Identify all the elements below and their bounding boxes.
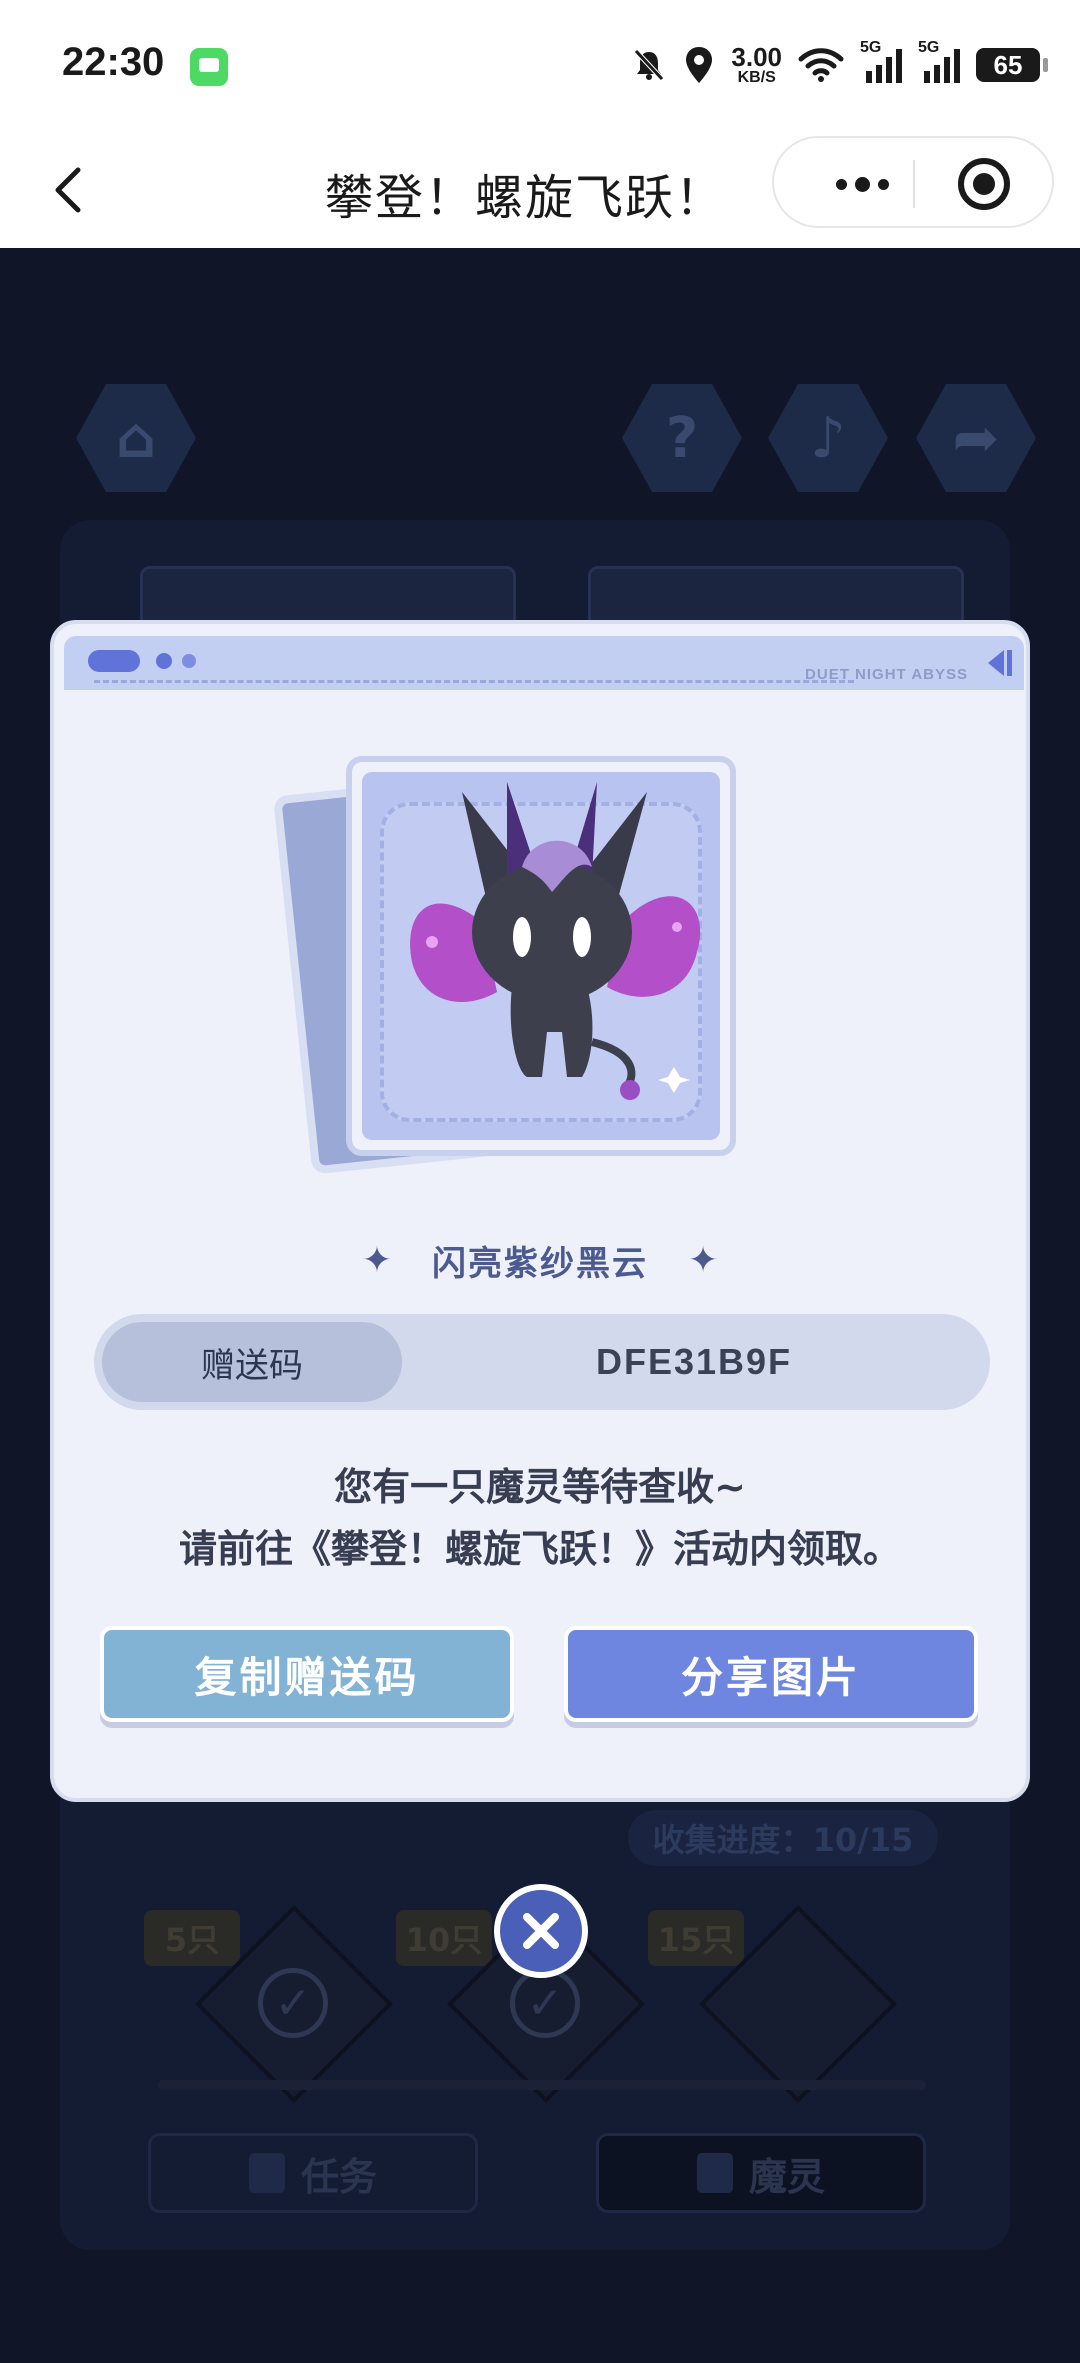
sim2-label: 5G bbox=[918, 39, 940, 56]
close-miniprogram-icon[interactable] bbox=[958, 158, 1010, 210]
header-arrow-icon bbox=[988, 650, 1004, 676]
check-icon: ✓ bbox=[510, 1968, 580, 2038]
gift-code-box: 赠送码 DFE31B9F bbox=[94, 1314, 990, 1410]
tab-spirits: 魔灵 bbox=[596, 2133, 926, 2213]
more-dots-icon[interactable] bbox=[812, 138, 912, 230]
header-dash bbox=[94, 680, 854, 683]
close-x-icon[interactable] bbox=[494, 1884, 588, 1978]
net-speed-value: 3.00 bbox=[731, 42, 782, 72]
pet-card bbox=[272, 744, 740, 1184]
signal-icon-2: 5G bbox=[918, 39, 960, 83]
claim-message-line2: 请前往《攀登！螺旋飞跃！》活动内领取。 bbox=[178, 1527, 901, 1571]
sparkle-icon: ✦ bbox=[688, 1239, 719, 1281]
battery-icon: 65 bbox=[976, 48, 1048, 82]
status-bar: 22:30 3.00 KB/S 5G 5G 65 bbox=[0, 0, 1080, 130]
header-dot bbox=[182, 654, 196, 668]
pet-name: 闪亮紫纱黑云 bbox=[432, 1244, 648, 1284]
sim1-label: 5G bbox=[860, 39, 882, 56]
claim-message: 您有一只魔灵等待查收~ 请前往《攀登！螺旋飞跃！》活动内领取。 bbox=[54, 1456, 1026, 1580]
tab-tasks-label: 任务 bbox=[300, 2154, 377, 2199]
claim-message-line1: 您有一只魔灵等待查收~ bbox=[334, 1465, 746, 1509]
share-icon: ➦ bbox=[916, 384, 1036, 492]
modal-header-strip: DUET NIGHT ABYSS bbox=[64, 636, 1024, 690]
miniprogram-capsule bbox=[772, 136, 1054, 228]
gift-code-label: 赠送码 bbox=[102, 1322, 402, 1402]
milestone-tag: 5只 bbox=[144, 1910, 240, 1966]
net-speed-unit: KB/S bbox=[737, 69, 776, 86]
tab-tasks: 任务 bbox=[148, 2133, 478, 2213]
help-icon: ? bbox=[622, 384, 742, 492]
header-bar bbox=[1007, 650, 1012, 676]
music-icon: ♪ bbox=[768, 384, 888, 492]
status-icons: 3.00 KB/S 5G 5G 65 bbox=[631, 39, 1048, 90]
brand-text: DUET NIGHT ABYSS bbox=[805, 666, 968, 683]
location-icon bbox=[686, 47, 713, 83]
capsule-divider bbox=[913, 160, 915, 208]
wifi-icon bbox=[798, 48, 844, 82]
status-time: 22:30 bbox=[62, 40, 165, 84]
mute-bell-icon bbox=[634, 49, 665, 81]
milestone-tag: 15只 bbox=[648, 1910, 744, 1966]
creature-illustration bbox=[410, 782, 701, 1100]
nav-bar: 攀登！螺旋飞跃！ bbox=[0, 130, 1080, 248]
card-front bbox=[346, 756, 736, 1156]
gift-code-modal: DUET NIGHT ABYSS ✦ 闪亮紫纱黑云 ✦ 赠送码 DFE31B9F… bbox=[50, 620, 1030, 1802]
milestone-progress-line bbox=[158, 2080, 926, 2090]
net-speed: 3.00 KB/S bbox=[731, 44, 782, 86]
gift-code-value: DFE31B9F bbox=[595, 1341, 793, 1382]
copy-code-button[interactable]: 复制赠送码 bbox=[100, 1626, 514, 1722]
header-pill bbox=[88, 650, 140, 672]
pet-name-row: ✦ 闪亮紫纱黑云 ✦ bbox=[54, 1236, 1026, 1285]
header-dot bbox=[156, 653, 172, 669]
tab-spirits-label: 魔灵 bbox=[748, 2154, 825, 2199]
spirit-icon bbox=[696, 2153, 733, 2193]
collection-progress: 收集进度：10/15 bbox=[628, 1810, 938, 1866]
share-image-button[interactable]: 分享图片 bbox=[564, 1626, 978, 1722]
check-icon: ✓ bbox=[258, 1968, 328, 2038]
milestone-tag: 10只 bbox=[396, 1910, 492, 1966]
card-art bbox=[362, 772, 720, 1140]
task-icon bbox=[248, 2153, 285, 2193]
close-x-glyph bbox=[523, 1913, 559, 1949]
home-icon: ⌂ bbox=[76, 384, 196, 492]
signal-icon: 5G bbox=[860, 39, 902, 83]
sparkle-icon: ✦ bbox=[361, 1239, 392, 1281]
message-icon bbox=[190, 48, 228, 86]
